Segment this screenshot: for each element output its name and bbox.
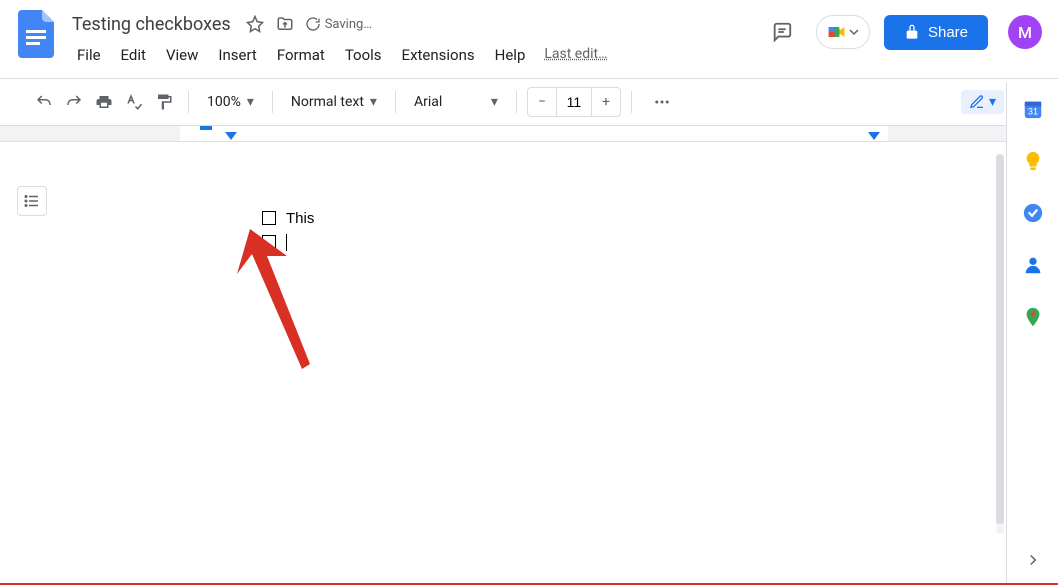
share-label: Share <box>928 24 968 41</box>
last-edit-link[interactable]: Last edit… <box>544 42 607 68</box>
separator <box>631 91 632 113</box>
save-status: Saving… <box>305 16 372 32</box>
style-value: Normal text <box>291 94 364 110</box>
text-cursor <box>286 234 287 251</box>
redo-button[interactable] <box>60 88 88 116</box>
document-canvas[interactable]: This <box>64 142 1058 587</box>
zoom-value: 100% <box>207 94 241 110</box>
menu-help[interactable]: Help <box>486 42 535 68</box>
checklist-text[interactable]: This <box>286 210 314 227</box>
menu-extensions[interactable]: Extensions <box>393 42 484 68</box>
menu-insert[interactable]: Insert <box>209 42 265 68</box>
font-size-increase[interactable]: + <box>592 88 620 116</box>
comments-history-icon[interactable] <box>762 12 802 52</box>
calendar-icon[interactable]: 31 <box>1022 98 1044 120</box>
spellcheck-button[interactable] <box>120 88 148 116</box>
star-icon[interactable] <box>245 14 265 34</box>
right-indent-marker[interactable] <box>868 132 880 140</box>
paragraph-style-combo[interactable]: Normal text ▾ <box>283 90 385 114</box>
document-outline-button[interactable] <box>17 186 47 216</box>
editing-mode-button[interactable]: ▾ <box>961 90 1004 114</box>
ruler[interactable] <box>0 126 1058 142</box>
docs-logo-icon[interactable] <box>16 8 56 60</box>
left-indent-marker[interactable] <box>225 132 237 140</box>
font-family-combo[interactable]: Arial ▾ <box>406 90 506 114</box>
checkbox-icon[interactable] <box>262 235 276 249</box>
undo-button[interactable] <box>30 88 58 116</box>
font-size-decrease[interactable]: − <box>528 88 556 116</box>
chevron-down-icon: ▾ <box>247 94 254 110</box>
separator <box>395 91 396 113</box>
menu-tools[interactable]: Tools <box>336 42 391 68</box>
side-panel-expand-button[interactable] <box>1024 551 1042 573</box>
zoom-combo[interactable]: 100% ▾ <box>199 90 262 114</box>
meet-button[interactable] <box>816 15 870 49</box>
menu-file[interactable]: File <box>68 42 110 68</box>
tasks-icon[interactable] <box>1022 202 1044 224</box>
checklist-item[interactable] <box>262 230 314 254</box>
share-button[interactable]: Share <box>884 15 988 50</box>
menubar: File Edit View Insert Format Tools Exten… <box>68 42 607 68</box>
chevron-down-icon: ▾ <box>491 94 498 110</box>
move-icon[interactable] <box>275 14 295 34</box>
chevron-down-icon <box>849 27 859 37</box>
font-value: Arial <box>414 94 442 110</box>
menu-edit[interactable]: Edit <box>112 42 155 68</box>
first-line-indent-marker[interactable] <box>200 126 212 130</box>
chevron-down-icon: ▾ <box>370 94 377 110</box>
document-title[interactable]: Testing checkboxes <box>68 12 235 37</box>
more-tools-button[interactable] <box>648 88 676 116</box>
maps-icon[interactable] <box>1022 306 1044 328</box>
contacts-icon[interactable] <box>1022 254 1044 276</box>
scrollbar-thumb[interactable] <box>996 154 1004 524</box>
separator <box>188 91 189 113</box>
font-size-group: − + <box>527 87 621 117</box>
chevron-down-icon: ▾ <box>989 94 996 110</box>
checklist-item[interactable]: This <box>262 206 314 230</box>
keep-icon[interactable] <box>1022 150 1044 172</box>
svg-text:31: 31 <box>1027 107 1037 117</box>
menu-format[interactable]: Format <box>268 42 334 68</box>
separator <box>516 91 517 113</box>
checkbox-icon[interactable] <box>262 211 276 225</box>
menu-view[interactable]: View <box>157 42 207 68</box>
toolbar: 100% ▾ Normal text ▾ Arial ▾ − + ▾ <box>0 79 1058 125</box>
side-panel: 31 <box>1006 82 1058 585</box>
account-avatar[interactable]: M <box>1008 15 1042 49</box>
font-size-input[interactable] <box>556 88 592 116</box>
saving-text: Saving… <box>325 17 372 32</box>
vertical-scrollbar[interactable] <box>996 154 1004 534</box>
paint-format-button[interactable] <box>150 88 178 116</box>
print-button[interactable] <box>90 88 118 116</box>
separator <box>272 91 273 113</box>
